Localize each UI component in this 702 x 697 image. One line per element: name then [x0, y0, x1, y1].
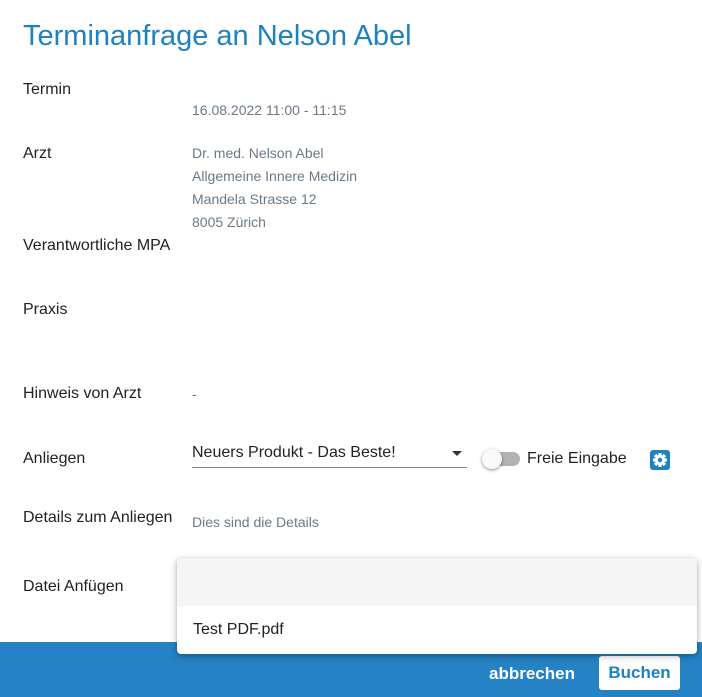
page-title: Terminanfrage an Nelson Abel	[23, 20, 412, 52]
caret-down-icon	[452, 451, 462, 456]
termin-label: Termin	[23, 81, 72, 98]
details-value: Dies sind die Details	[192, 514, 319, 530]
datei-label: Datei Anfügen	[23, 578, 124, 595]
hinweis-label: Hinweis von Arzt	[23, 385, 142, 402]
arzt-name: Dr. med. Nelson Abel	[192, 145, 324, 161]
arzt-specialty: Allgemeine Innere Medizin	[192, 168, 357, 184]
freie-eingabe-toggle[interactable]	[482, 449, 520, 469]
anliegen-select[interactable]: Neuers Produkt - Das Beste!	[192, 440, 467, 468]
freie-eingabe-label: Freie Eingabe	[527, 450, 627, 467]
book-button[interactable]: Buchen	[599, 656, 680, 690]
hinweis-value: -	[192, 386, 197, 402]
cancel-button[interactable]: abbrechen	[489, 664, 575, 684]
arzt-city: 8005 Zürich	[192, 214, 266, 230]
details-label: Details zum Anliegen	[23, 509, 173, 526]
termin-value: 16.08.2022 11:00 - 11:15	[192, 102, 347, 118]
arzt-street: Mandela Strasse 12	[192, 191, 317, 207]
gear-icon[interactable]	[650, 450, 670, 470]
arzt-label: Arzt	[23, 145, 52, 162]
dropdown-option-file[interactable]: Test PDF.pdf	[177, 606, 697, 654]
mpa-label: Verantwortliche MPA	[23, 237, 171, 254]
dropdown-option-empty[interactable]	[177, 558, 697, 606]
anliegen-selected-value: Neuers Produkt - Das Beste!	[192, 444, 396, 461]
anliegen-label: Anliegen	[23, 450, 86, 467]
dropdown-option-file-label: Test PDF.pdf	[193, 621, 284, 638]
toggle-knob	[482, 449, 502, 469]
praxis-label: Praxis	[23, 301, 68, 318]
file-dropdown-menu: Test PDF.pdf	[177, 558, 697, 654]
arzt-address: Dr. med. Nelson Abel Allgemeine Innere M…	[192, 142, 357, 234]
